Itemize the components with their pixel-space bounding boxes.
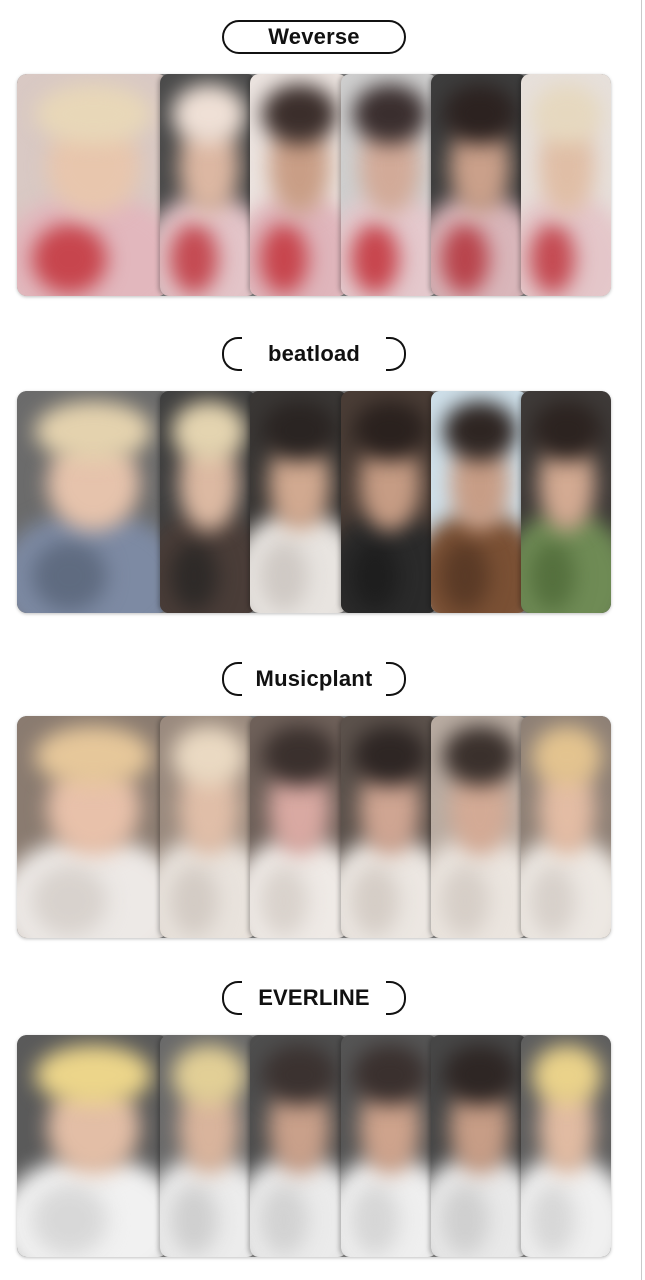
photo-blur-region bbox=[171, 1045, 247, 1105]
photo-blur-region bbox=[352, 726, 428, 786]
photo-blur-region bbox=[350, 866, 399, 936]
photocard-image bbox=[521, 74, 611, 296]
photo-blur-region bbox=[352, 1045, 428, 1105]
photo-blur-region bbox=[350, 224, 399, 294]
photocard-image bbox=[17, 1035, 167, 1257]
photo-blur-region bbox=[352, 401, 428, 461]
photocard-image bbox=[250, 391, 347, 613]
photocard-image bbox=[431, 391, 527, 613]
photocard-image bbox=[341, 391, 437, 613]
photo-blur-region bbox=[531, 84, 602, 144]
photo-blur-region bbox=[440, 866, 489, 936]
photo-blur-region bbox=[261, 726, 338, 786]
photocard-image bbox=[341, 74, 437, 296]
photocard-strip bbox=[17, 1035, 611, 1257]
photo-blur-region bbox=[442, 1045, 518, 1105]
photo-blur-region bbox=[169, 224, 218, 294]
photo-blur-region bbox=[352, 84, 428, 144]
photo-blur-region bbox=[35, 84, 152, 144]
photo-blur-region bbox=[259, 866, 309, 936]
photocard-strip bbox=[17, 74, 611, 296]
photo-blur-region bbox=[32, 1185, 107, 1255]
photocard-image bbox=[521, 1035, 611, 1257]
photocard-image bbox=[17, 716, 167, 938]
photo-blur-region bbox=[169, 541, 218, 611]
photo-blur-region bbox=[32, 224, 107, 294]
photo-blur-region bbox=[530, 541, 575, 611]
photocard-strip bbox=[17, 716, 611, 938]
photocard-image bbox=[521, 391, 611, 613]
photo-blur-region bbox=[530, 1185, 575, 1255]
photocard-image bbox=[341, 1035, 437, 1257]
photo-blur-region bbox=[350, 1185, 399, 1255]
photocard-image bbox=[160, 1035, 256, 1257]
photo-blur-region bbox=[530, 224, 575, 294]
photo-blur-region bbox=[171, 726, 247, 786]
photo-blur-region bbox=[530, 866, 575, 936]
photocard-image bbox=[160, 716, 256, 938]
photocard-image bbox=[521, 716, 611, 938]
photo-blur-region bbox=[440, 224, 489, 294]
photo-blur-region bbox=[440, 1185, 489, 1255]
photo-blur-region bbox=[259, 541, 309, 611]
photocard-image bbox=[250, 1035, 347, 1257]
vendor-label-musicplant: Musicplant bbox=[222, 662, 406, 696]
photocard-image bbox=[250, 716, 347, 938]
photo-blur-region bbox=[259, 1185, 309, 1255]
photo-blur-region bbox=[169, 1185, 218, 1255]
vendor-label-everline: EVERLINE bbox=[222, 981, 406, 1015]
photocard-image bbox=[431, 716, 527, 938]
photocard-image bbox=[431, 1035, 527, 1257]
photo-blur-region bbox=[531, 1045, 602, 1105]
photo-blur-region bbox=[171, 84, 247, 144]
photo-blur-region bbox=[261, 84, 338, 144]
photo-blur-region bbox=[531, 401, 602, 461]
photo-blur-region bbox=[442, 84, 518, 144]
photo-blur-region bbox=[531, 726, 602, 786]
photo-blur-region bbox=[35, 401, 152, 461]
photocard-image bbox=[17, 391, 167, 613]
photocard-image bbox=[160, 74, 256, 296]
photo-blur-region bbox=[442, 401, 518, 461]
photo-blur-region bbox=[35, 1045, 152, 1105]
vendor-label-beatload: beatload bbox=[222, 337, 406, 371]
photocard-strip bbox=[17, 391, 611, 613]
photo-blur-region bbox=[169, 866, 218, 936]
photo-blur-region bbox=[259, 224, 309, 294]
photocard-image bbox=[341, 716, 437, 938]
photocard-image bbox=[160, 391, 256, 613]
right-divider bbox=[641, 0, 642, 1280]
photocard-image bbox=[250, 74, 347, 296]
photo-blur-region bbox=[171, 401, 247, 461]
vendor-label-weverse: Weverse bbox=[222, 20, 406, 54]
photo-blur-region bbox=[32, 541, 107, 611]
photo-blur-region bbox=[261, 1045, 338, 1105]
photocard-image bbox=[17, 74, 167, 296]
photo-blur-region bbox=[261, 401, 338, 461]
photo-blur-region bbox=[35, 726, 152, 786]
photo-blur-region bbox=[350, 541, 399, 611]
photo-blur-region bbox=[440, 541, 489, 611]
photocard-image bbox=[431, 74, 527, 296]
photo-blur-region bbox=[442, 726, 518, 786]
photo-blur-region bbox=[32, 866, 107, 936]
